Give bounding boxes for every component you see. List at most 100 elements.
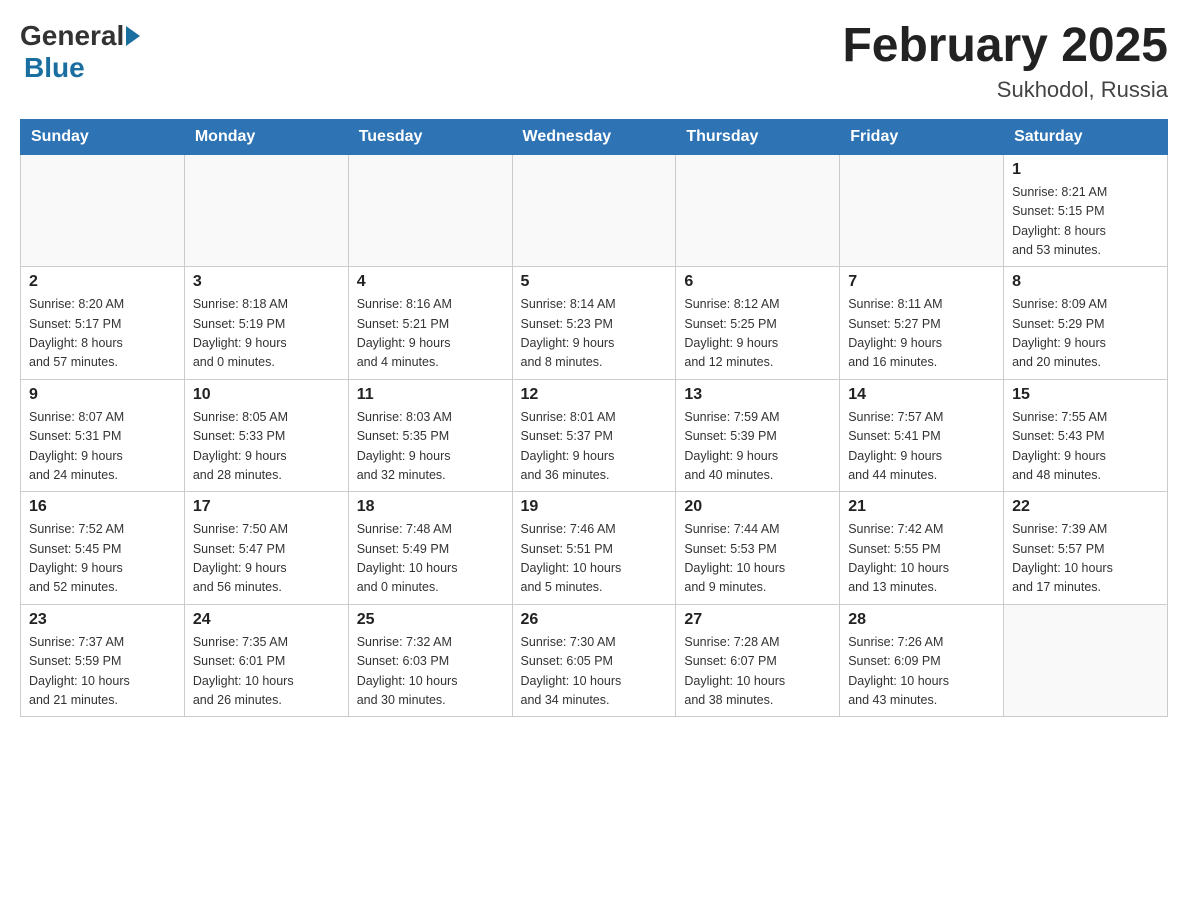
subtitle: Sukhodol, Russia — [842, 77, 1168, 103]
calendar-cell: 10 Sunrise: 8:05 AM Sunset: 5:33 PM Dayli… — [184, 379, 348, 492]
calendar-week-row: 9 Sunrise: 8:07 AM Sunset: 5:31 PM Daylig… — [21, 379, 1168, 492]
calendar-week-row: 23 Sunrise: 7:37 AM Sunset: 5:59 PM Dayli… — [21, 604, 1168, 717]
calendar-week-row: 16 Sunrise: 7:52 AM Sunset: 5:45 PM Dayli… — [21, 492, 1168, 605]
day-info: Sunrise: 8:16 AM Sunset: 5:21 PM Dayligh… — [357, 295, 504, 373]
weekday-header-monday: Monday — [184, 119, 348, 154]
calendar-cell: 26 Sunrise: 7:30 AM Sunset: 6:05 PM Dayli… — [512, 604, 676, 717]
calendar-cell: 23 Sunrise: 7:37 AM Sunset: 5:59 PM Dayli… — [21, 604, 185, 717]
day-info: Sunrise: 7:59 AM Sunset: 5:39 PM Dayligh… — [684, 408, 831, 486]
day-number: 16 — [29, 498, 176, 516]
calendar-cell: 17 Sunrise: 7:50 AM Sunset: 5:47 PM Dayli… — [184, 492, 348, 605]
day-number: 8 — [1012, 273, 1159, 291]
calendar-cell: 13 Sunrise: 7:59 AM Sunset: 5:39 PM Dayli… — [676, 379, 840, 492]
logo-blue-text: Blue — [24, 52, 85, 84]
day-number: 19 — [521, 498, 668, 516]
day-info: Sunrise: 8:05 AM Sunset: 5:33 PM Dayligh… — [193, 408, 340, 486]
day-info: Sunrise: 8:09 AM Sunset: 5:29 PM Dayligh… — [1012, 295, 1159, 373]
calendar-cell: 20 Sunrise: 7:44 AM Sunset: 5:53 PM Dayli… — [676, 492, 840, 605]
calendar-cell — [1004, 604, 1168, 717]
calendar-cell: 12Sunrise: 8:01 AM Sunset: 5:37 PM Dayli… — [512, 379, 676, 492]
day-info: Sunrise: 8:14 AM Sunset: 5:23 PM Dayligh… — [521, 295, 668, 373]
weekday-header-friday: Friday — [840, 119, 1004, 154]
calendar-cell: 25 Sunrise: 7:32 AM Sunset: 6:03 PM Dayli… — [348, 604, 512, 717]
calendar-cell: 24 Sunrise: 7:35 AM Sunset: 6:01 PM Dayli… — [184, 604, 348, 717]
day-info: Sunrise: 7:30 AM Sunset: 6:05 PM Dayligh… — [521, 633, 668, 711]
day-info: Sunrise: 8:12 AM Sunset: 5:25 PM Dayligh… — [684, 295, 831, 373]
calendar-cell: 27Sunrise: 7:28 AM Sunset: 6:07 PM Dayli… — [676, 604, 840, 717]
day-number: 25 — [357, 611, 504, 629]
day-number: 14 — [848, 386, 995, 404]
calendar-cell: 19 Sunrise: 7:46 AM Sunset: 5:51 PM Dayli… — [512, 492, 676, 605]
day-info: Sunrise: 8:18 AM Sunset: 5:19 PM Dayligh… — [193, 295, 340, 373]
calendar-cell: 28Sunrise: 7:26 AM Sunset: 6:09 PM Dayli… — [840, 604, 1004, 717]
title-area: February 2025 Sukhodol, Russia — [842, 20, 1168, 103]
day-info: Sunrise: 7:52 AM Sunset: 5:45 PM Dayligh… — [29, 520, 176, 598]
day-number: 24 — [193, 611, 340, 629]
day-number: 28 — [848, 611, 995, 629]
day-number: 27 — [684, 611, 831, 629]
page-header: General Blue February 2025 Sukhodol, Rus… — [20, 20, 1168, 103]
logo-triangle-icon — [126, 26, 140, 46]
weekday-header-thursday: Thursday — [676, 119, 840, 154]
calendar-cell: 4 Sunrise: 8:16 AM Sunset: 5:21 PM Daylig… — [348, 267, 512, 380]
day-info: Sunrise: 7:55 AM Sunset: 5:43 PM Dayligh… — [1012, 408, 1159, 486]
main-title: February 2025 — [842, 20, 1168, 73]
calendar-table: SundayMondayTuesdayWednesdayThursdayFrid… — [20, 119, 1168, 718]
calendar-cell: 3 Sunrise: 8:18 AM Sunset: 5:19 PM Daylig… — [184, 267, 348, 380]
day-number: 10 — [193, 386, 340, 404]
day-number: 5 — [521, 273, 668, 291]
day-number: 13 — [684, 386, 831, 404]
day-number: 20 — [684, 498, 831, 516]
day-info: Sunrise: 8:20 AM Sunset: 5:17 PM Dayligh… — [29, 295, 176, 373]
calendar-cell: 2 Sunrise: 8:20 AM Sunset: 5:17 PM Daylig… — [21, 267, 185, 380]
day-info: Sunrise: 7:39 AM Sunset: 5:57 PM Dayligh… — [1012, 520, 1159, 598]
day-info: Sunrise: 7:50 AM Sunset: 5:47 PM Dayligh… — [193, 520, 340, 598]
day-info: Sunrise: 8:11 AM Sunset: 5:27 PM Dayligh… — [848, 295, 995, 373]
day-number: 17 — [193, 498, 340, 516]
day-info: Sunrise: 7:42 AM Sunset: 5:55 PM Dayligh… — [848, 520, 995, 598]
calendar-cell — [348, 154, 512, 267]
day-number: 11 — [357, 386, 504, 404]
calendar-cell: 9 Sunrise: 8:07 AM Sunset: 5:31 PM Daylig… — [21, 379, 185, 492]
calendar-header-row: SundayMondayTuesdayWednesdayThursdayFrid… — [21, 119, 1168, 154]
calendar-cell: 11 Sunrise: 8:03 AM Sunset: 5:35 PM Dayli… — [348, 379, 512, 492]
calendar-cell — [21, 154, 185, 267]
day-number: 7 — [848, 273, 995, 291]
weekday-header-sunday: Sunday — [21, 119, 185, 154]
calendar-cell: 16 Sunrise: 7:52 AM Sunset: 5:45 PM Dayli… — [21, 492, 185, 605]
day-number: 26 — [521, 611, 668, 629]
day-info: Sunrise: 7:46 AM Sunset: 5:51 PM Dayligh… — [521, 520, 668, 598]
day-number: 2 — [29, 273, 176, 291]
calendar-cell: 7 Sunrise: 8:11 AM Sunset: 5:27 PM Daylig… — [840, 267, 1004, 380]
day-number: 18 — [357, 498, 504, 516]
day-info: Sunrise: 8:03 AM Sunset: 5:35 PM Dayligh… — [357, 408, 504, 486]
day-number: 21 — [848, 498, 995, 516]
day-number: 3 — [193, 273, 340, 291]
day-info: Sunrise: 7:37 AM Sunset: 5:59 PM Dayligh… — [29, 633, 176, 711]
calendar-cell — [676, 154, 840, 267]
logo: General Blue — [20, 20, 142, 84]
calendar-cell — [184, 154, 348, 267]
calendar-cell — [512, 154, 676, 267]
calendar-cell: 5 Sunrise: 8:14 AM Sunset: 5:23 PM Daylig… — [512, 267, 676, 380]
calendar-cell: 18Sunrise: 7:48 AM Sunset: 5:49 PM Dayli… — [348, 492, 512, 605]
calendar-week-row: 2 Sunrise: 8:20 AM Sunset: 5:17 PM Daylig… — [21, 267, 1168, 380]
day-number: 9 — [29, 386, 176, 404]
calendar-cell: 6 Sunrise: 8:12 AM Sunset: 5:25 PM Daylig… — [676, 267, 840, 380]
day-number: 15 — [1012, 386, 1159, 404]
day-info: Sunrise: 8:01 AM Sunset: 5:37 PM Dayligh… — [521, 408, 668, 486]
day-info: Sunrise: 7:35 AM Sunset: 6:01 PM Dayligh… — [193, 633, 340, 711]
day-info: Sunrise: 7:32 AM Sunset: 6:03 PM Dayligh… — [357, 633, 504, 711]
calendar-cell — [840, 154, 1004, 267]
day-info: Sunrise: 7:57 AM Sunset: 5:41 PM Dayligh… — [848, 408, 995, 486]
weekday-header-saturday: Saturday — [1004, 119, 1168, 154]
day-number: 4 — [357, 273, 504, 291]
weekday-header-tuesday: Tuesday — [348, 119, 512, 154]
day-info: Sunrise: 8:21 AM Sunset: 5:15 PM Dayligh… — [1012, 183, 1159, 261]
day-number: 6 — [684, 273, 831, 291]
day-number: 23 — [29, 611, 176, 629]
calendar-cell: 22Sunrise: 7:39 AM Sunset: 5:57 PM Dayli… — [1004, 492, 1168, 605]
day-info: Sunrise: 7:44 AM Sunset: 5:53 PM Dayligh… — [684, 520, 831, 598]
day-info: Sunrise: 8:07 AM Sunset: 5:31 PM Dayligh… — [29, 408, 176, 486]
weekday-header-wednesday: Wednesday — [512, 119, 676, 154]
